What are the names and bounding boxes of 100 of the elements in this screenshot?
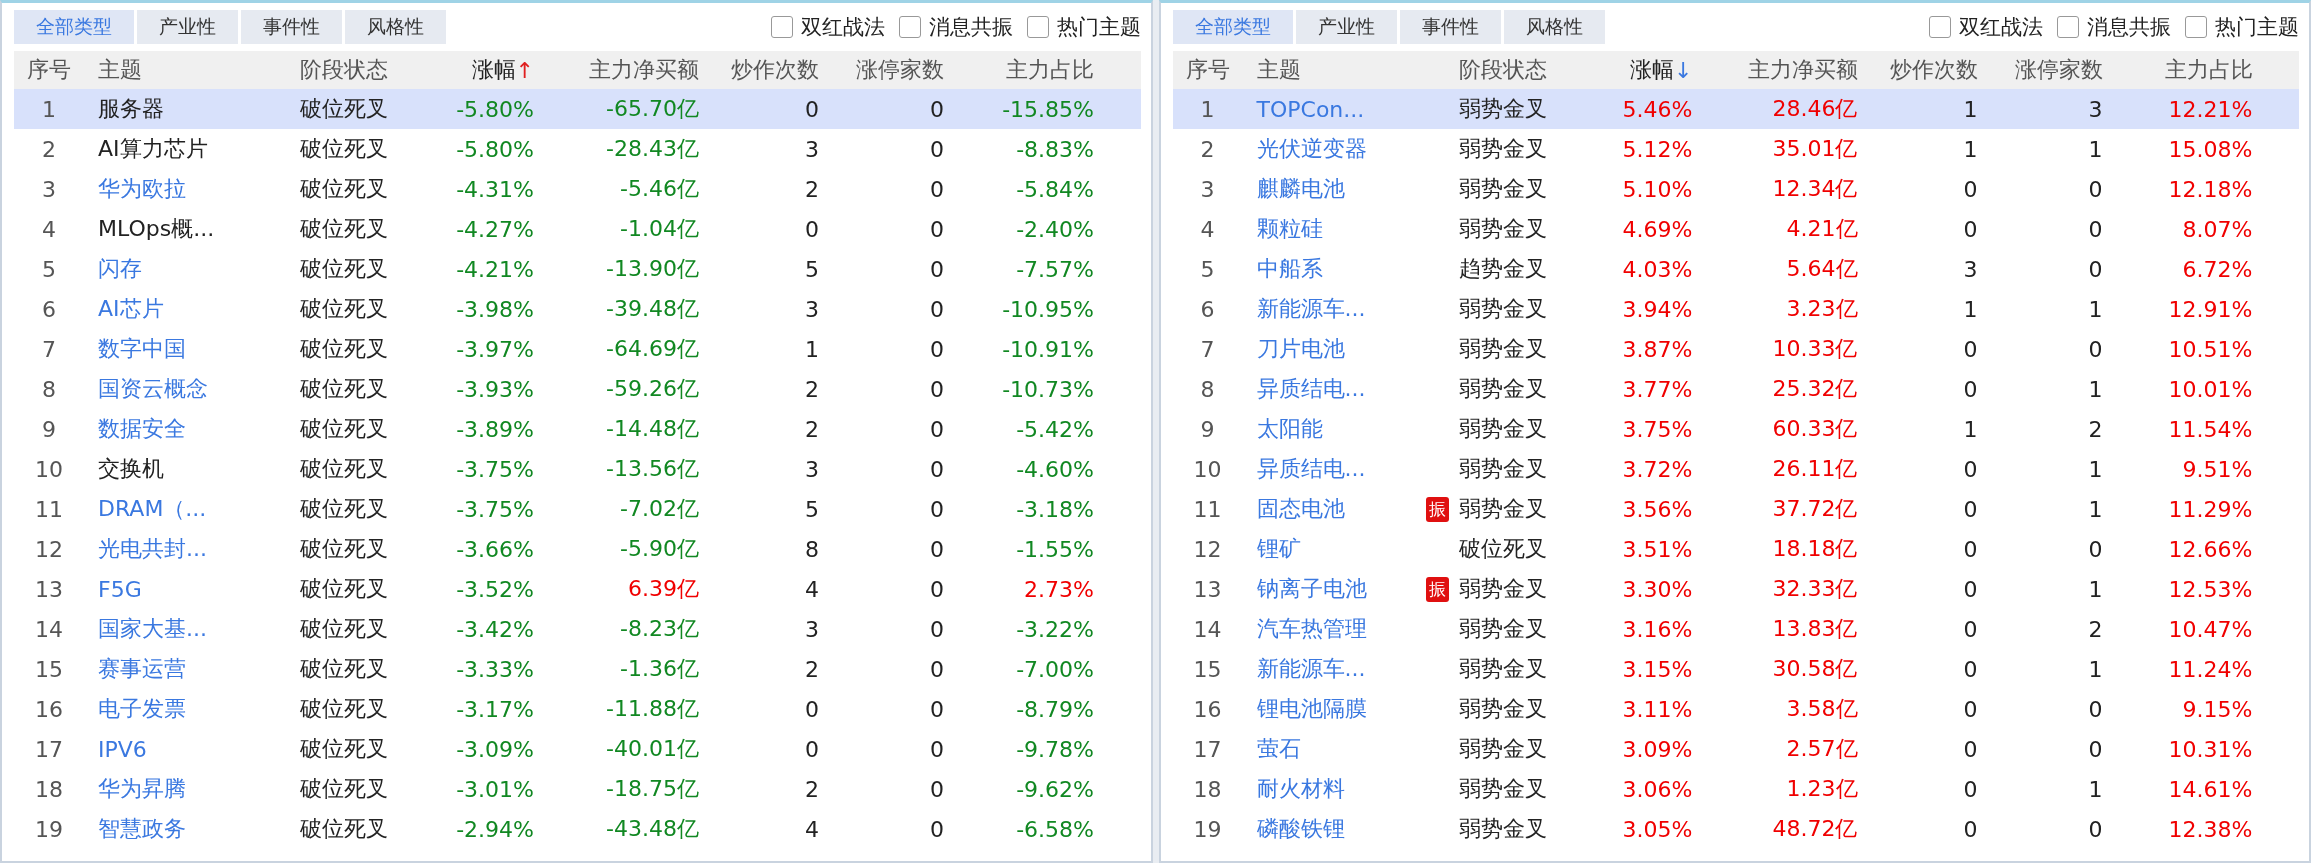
checkbox-label[interactable]: 热门主题 xyxy=(1056,13,1141,41)
column-header[interactable]: 阶段状态 xyxy=(300,55,388,85)
column-header[interactable]: 主力净买额 xyxy=(1747,55,1858,85)
category-tab[interactable]: 产业性 xyxy=(1295,10,1397,44)
table-row[interactable]: 9 数据安全 破位死叉 -3.89% -14.48亿 2 0 -5.42% xyxy=(14,409,1141,449)
checkbox[interactable] xyxy=(898,16,921,38)
column-header[interactable]: 序号 xyxy=(1185,55,1230,85)
theme-name[interactable]: 锂电池隔膜 xyxy=(1256,694,1367,724)
category-tab[interactable]: 风格性 xyxy=(1503,10,1605,44)
theme-name[interactable]: 颗粒硅 xyxy=(1256,214,1323,244)
checkbox[interactable] xyxy=(2057,16,2079,38)
table-row[interactable]: 8 异质结电... 弱势金叉 3.77% 25.32亿 0 1 10.01% xyxy=(1172,369,2299,409)
theme-name[interactable]: 华为昇腾 xyxy=(98,774,186,804)
table-row[interactable]: 14 汽车热管理 弱势金叉 3.16% 13.83亿 0 2 10.47% xyxy=(1172,609,2299,649)
theme-name[interactable]: 固态电池 xyxy=(1256,494,1345,524)
column-header[interactable]: 涨幅 xyxy=(1630,55,1675,85)
theme-name[interactable]: 钠离子电池 xyxy=(1256,574,1367,604)
category-tab[interactable]: 事件性 xyxy=(1399,10,1501,44)
theme-name[interactable]: 光电共封... xyxy=(98,534,207,564)
table-row[interactable]: 1 服务器 破位死叉 -5.80% -65.70亿 0 0 -15.85% xyxy=(14,89,1141,129)
theme-name[interactable]: 新能源车... xyxy=(1256,294,1366,324)
category-tab[interactable]: 风格性 xyxy=(345,10,446,44)
table-row[interactable]: 7 数字中国 破位死叉 -3.97% -64.69亿 1 0 -10.91% xyxy=(14,329,1141,369)
theme-name[interactable]: 国资云概念 xyxy=(98,374,208,404)
table-row[interactable]: 18 华为昇腾 破位死叉 -3.01% -18.75亿 2 0 -9.62% xyxy=(14,769,1141,809)
table-row[interactable]: 9 太阳能 弱势金叉 3.75% 60.33亿 1 2 11.54% xyxy=(1172,409,2299,449)
table-row[interactable]: 4 MLOps概... 破位死叉 -4.27% -1.04亿 0 0 -2.40% xyxy=(14,209,1141,249)
theme-name[interactable]: 锂矿 xyxy=(1256,534,1301,564)
theme-name[interactable]: 新能源车... xyxy=(1256,654,1366,684)
theme-name[interactable]: 刀片电池 xyxy=(1256,334,1345,364)
table-row[interactable]: 8 国资云概念 破位死叉 -3.93% -59.26亿 2 0 -10.73% xyxy=(14,369,1141,409)
table-row[interactable]: 1 TOPCon... 弱势金叉 5.46% 28.46亿 1 3 12.21% xyxy=(1172,89,2299,129)
theme-name[interactable]: 电子发票 xyxy=(98,694,186,724)
theme-name[interactable]: 磷酸铁锂 xyxy=(1256,814,1345,844)
theme-name[interactable]: IPV6 xyxy=(98,736,147,762)
theme-name[interactable]: 异质结电... xyxy=(1256,454,1366,484)
column-header[interactable]: 主题 xyxy=(98,55,142,85)
theme-name[interactable]: 华为欧拉 xyxy=(98,174,186,204)
column-header[interactable]: 阶段状态 xyxy=(1458,55,1547,85)
theme-name[interactable]: 赛事运营 xyxy=(98,654,186,684)
column-header[interactable]: 主力占比 xyxy=(2164,55,2253,85)
checkbox[interactable] xyxy=(2185,16,2207,38)
theme-name[interactable]: F5G xyxy=(98,576,142,602)
category-tab[interactable]: 产业性 xyxy=(137,10,238,44)
table-row[interactable]: 11 固态电池 振 弱势金叉 3.56% 37.72亿 0 1 11.29% xyxy=(1172,489,2299,529)
table-row[interactable]: 6 AI芯片 破位死叉 -3.98% -39.48亿 3 0 -10.95% xyxy=(14,289,1141,329)
checkbox-label[interactable]: 消息共振 xyxy=(2087,13,2171,41)
column-header[interactable]: 序号 xyxy=(27,55,71,85)
column-header[interactable]: 主题 xyxy=(1256,55,1301,85)
table-row[interactable]: 5 中船系 趋势金叉 4.03% 5.64亿 3 0 6.72% xyxy=(1172,249,2299,289)
table-row[interactable]: 12 光电共封... 破位死叉 -3.66% -5.90亿 8 0 -1.55% xyxy=(14,529,1141,569)
theme-name[interactable]: 数字中国 xyxy=(98,334,186,364)
table-row[interactable]: 10 异质结电... 弱势金叉 3.72% 26.11亿 0 1 9.51% xyxy=(1172,449,2299,489)
table-row[interactable]: 15 赛事运营 破位死叉 -3.33% -1.36亿 2 0 -7.00% xyxy=(14,649,1141,689)
theme-name[interactable]: 萤石 xyxy=(1256,734,1301,764)
theme-name[interactable]: 闪存 xyxy=(98,254,142,284)
table-row[interactable]: 3 麒麟电池 弱势金叉 5.10% 12.34亿 0 0 12.18% xyxy=(1172,169,2299,209)
table-row[interactable]: 6 新能源车... 弱势金叉 3.94% 3.23亿 1 1 12.91% xyxy=(1172,289,2299,329)
column-header[interactable]: 涨幅 xyxy=(471,55,516,85)
table-row[interactable]: 16 锂电池隔膜 弱势金叉 3.11% 3.58亿 0 0 9.15% xyxy=(1172,689,2299,729)
theme-name[interactable]: 智慧政务 xyxy=(98,814,186,844)
table-row[interactable]: 2 光伏逆变器 弱势金叉 5.12% 35.01亿 1 1 15.08% xyxy=(1172,129,2299,169)
column-header[interactable]: 主力净买额 xyxy=(589,55,699,85)
table-row[interactable]: 12 锂矿 破位死叉 3.51% 18.18亿 0 0 12.66% xyxy=(1172,529,2299,569)
table-row[interactable]: 18 耐火材料 弱势金叉 3.06% 1.23亿 0 1 14.61% xyxy=(1172,769,2299,809)
checkbox[interactable] xyxy=(1026,16,1049,38)
checkbox-label[interactable]: 双红战法 xyxy=(800,13,885,41)
column-header[interactable]: 涨停家数 xyxy=(2014,55,2103,85)
theme-name[interactable]: 耐火材料 xyxy=(1256,774,1345,804)
table-row[interactable]: 17 IPV6 破位死叉 -3.09% -40.01亿 0 0 -9.78% xyxy=(14,729,1141,769)
theme-name[interactable]: 国家大基... xyxy=(98,614,207,644)
theme-name[interactable]: 异质结电... xyxy=(1256,374,1366,404)
table-row[interactable]: 14 国家大基... 破位死叉 -3.42% -8.23亿 3 0 -3.22% xyxy=(14,609,1141,649)
theme-name[interactable]: 数据安全 xyxy=(98,414,186,444)
table-row[interactable]: 19 智慧政务 破位死叉 -2.94% -43.48亿 4 0 -6.58% xyxy=(14,809,1141,849)
table-row[interactable]: 16 电子发票 破位死叉 -3.17% -11.88亿 0 0 -8.79% xyxy=(14,689,1141,729)
table-row[interactable]: 7 刀片电池 弱势金叉 3.87% 10.33亿 0 0 10.51% xyxy=(1172,329,2299,369)
checkbox-label[interactable]: 双红战法 xyxy=(1959,13,2043,41)
checkbox-label[interactable]: 热门主题 xyxy=(2215,13,2299,41)
table-row[interactable]: 13 F5G 破位死叉 -3.52% 6.39亿 4 0 2.73% xyxy=(14,569,1141,609)
column-header[interactable]: 主力占比 xyxy=(1006,55,1094,85)
theme-name[interactable]: AI芯片 xyxy=(98,294,164,324)
table-row[interactable]: 13 钠离子电池 振 弱势金叉 3.30% 32.33亿 0 1 12.53% xyxy=(1172,569,2299,609)
table-row[interactable]: 11 DRAM（... 破位死叉 -3.75% -7.02亿 5 0 -3.18% xyxy=(14,489,1141,529)
table-row[interactable]: 15 新能源车... 弱势金叉 3.15% 30.58亿 0 1 11.24% xyxy=(1172,649,2299,689)
theme-name[interactable]: 汽车热管理 xyxy=(1256,614,1367,644)
checkbox[interactable] xyxy=(1929,16,1951,38)
theme-name[interactable]: 中船系 xyxy=(1256,254,1323,284)
table-row[interactable]: 2 AI算力芯片 破位死叉 -5.80% -28.43亿 3 0 -8.83% xyxy=(14,129,1141,169)
column-header[interactable]: 涨停家数 xyxy=(856,55,944,85)
theme-name[interactable]: 光伏逆变器 xyxy=(1256,134,1367,164)
theme-name[interactable]: 麒麟电池 xyxy=(1256,174,1345,204)
theme-name[interactable]: DRAM（... xyxy=(98,494,207,524)
checkbox-label[interactable]: 消息共振 xyxy=(928,13,1013,41)
table-row[interactable]: 19 磷酸铁锂 弱势金叉 3.05% 48.72亿 0 0 12.38% xyxy=(1172,809,2299,849)
column-header[interactable]: 炒作次数 xyxy=(1889,55,1978,85)
table-row[interactable]: 10 交换机 破位死叉 -3.75% -13.56亿 3 0 -4.60% xyxy=(14,449,1141,489)
table-row[interactable]: 4 颗粒硅 弱势金叉 4.69% 4.21亿 0 0 8.07% xyxy=(1172,209,2299,249)
column-header[interactable]: 炒作次数 xyxy=(731,55,819,85)
category-tab[interactable]: 事件性 xyxy=(241,10,342,44)
